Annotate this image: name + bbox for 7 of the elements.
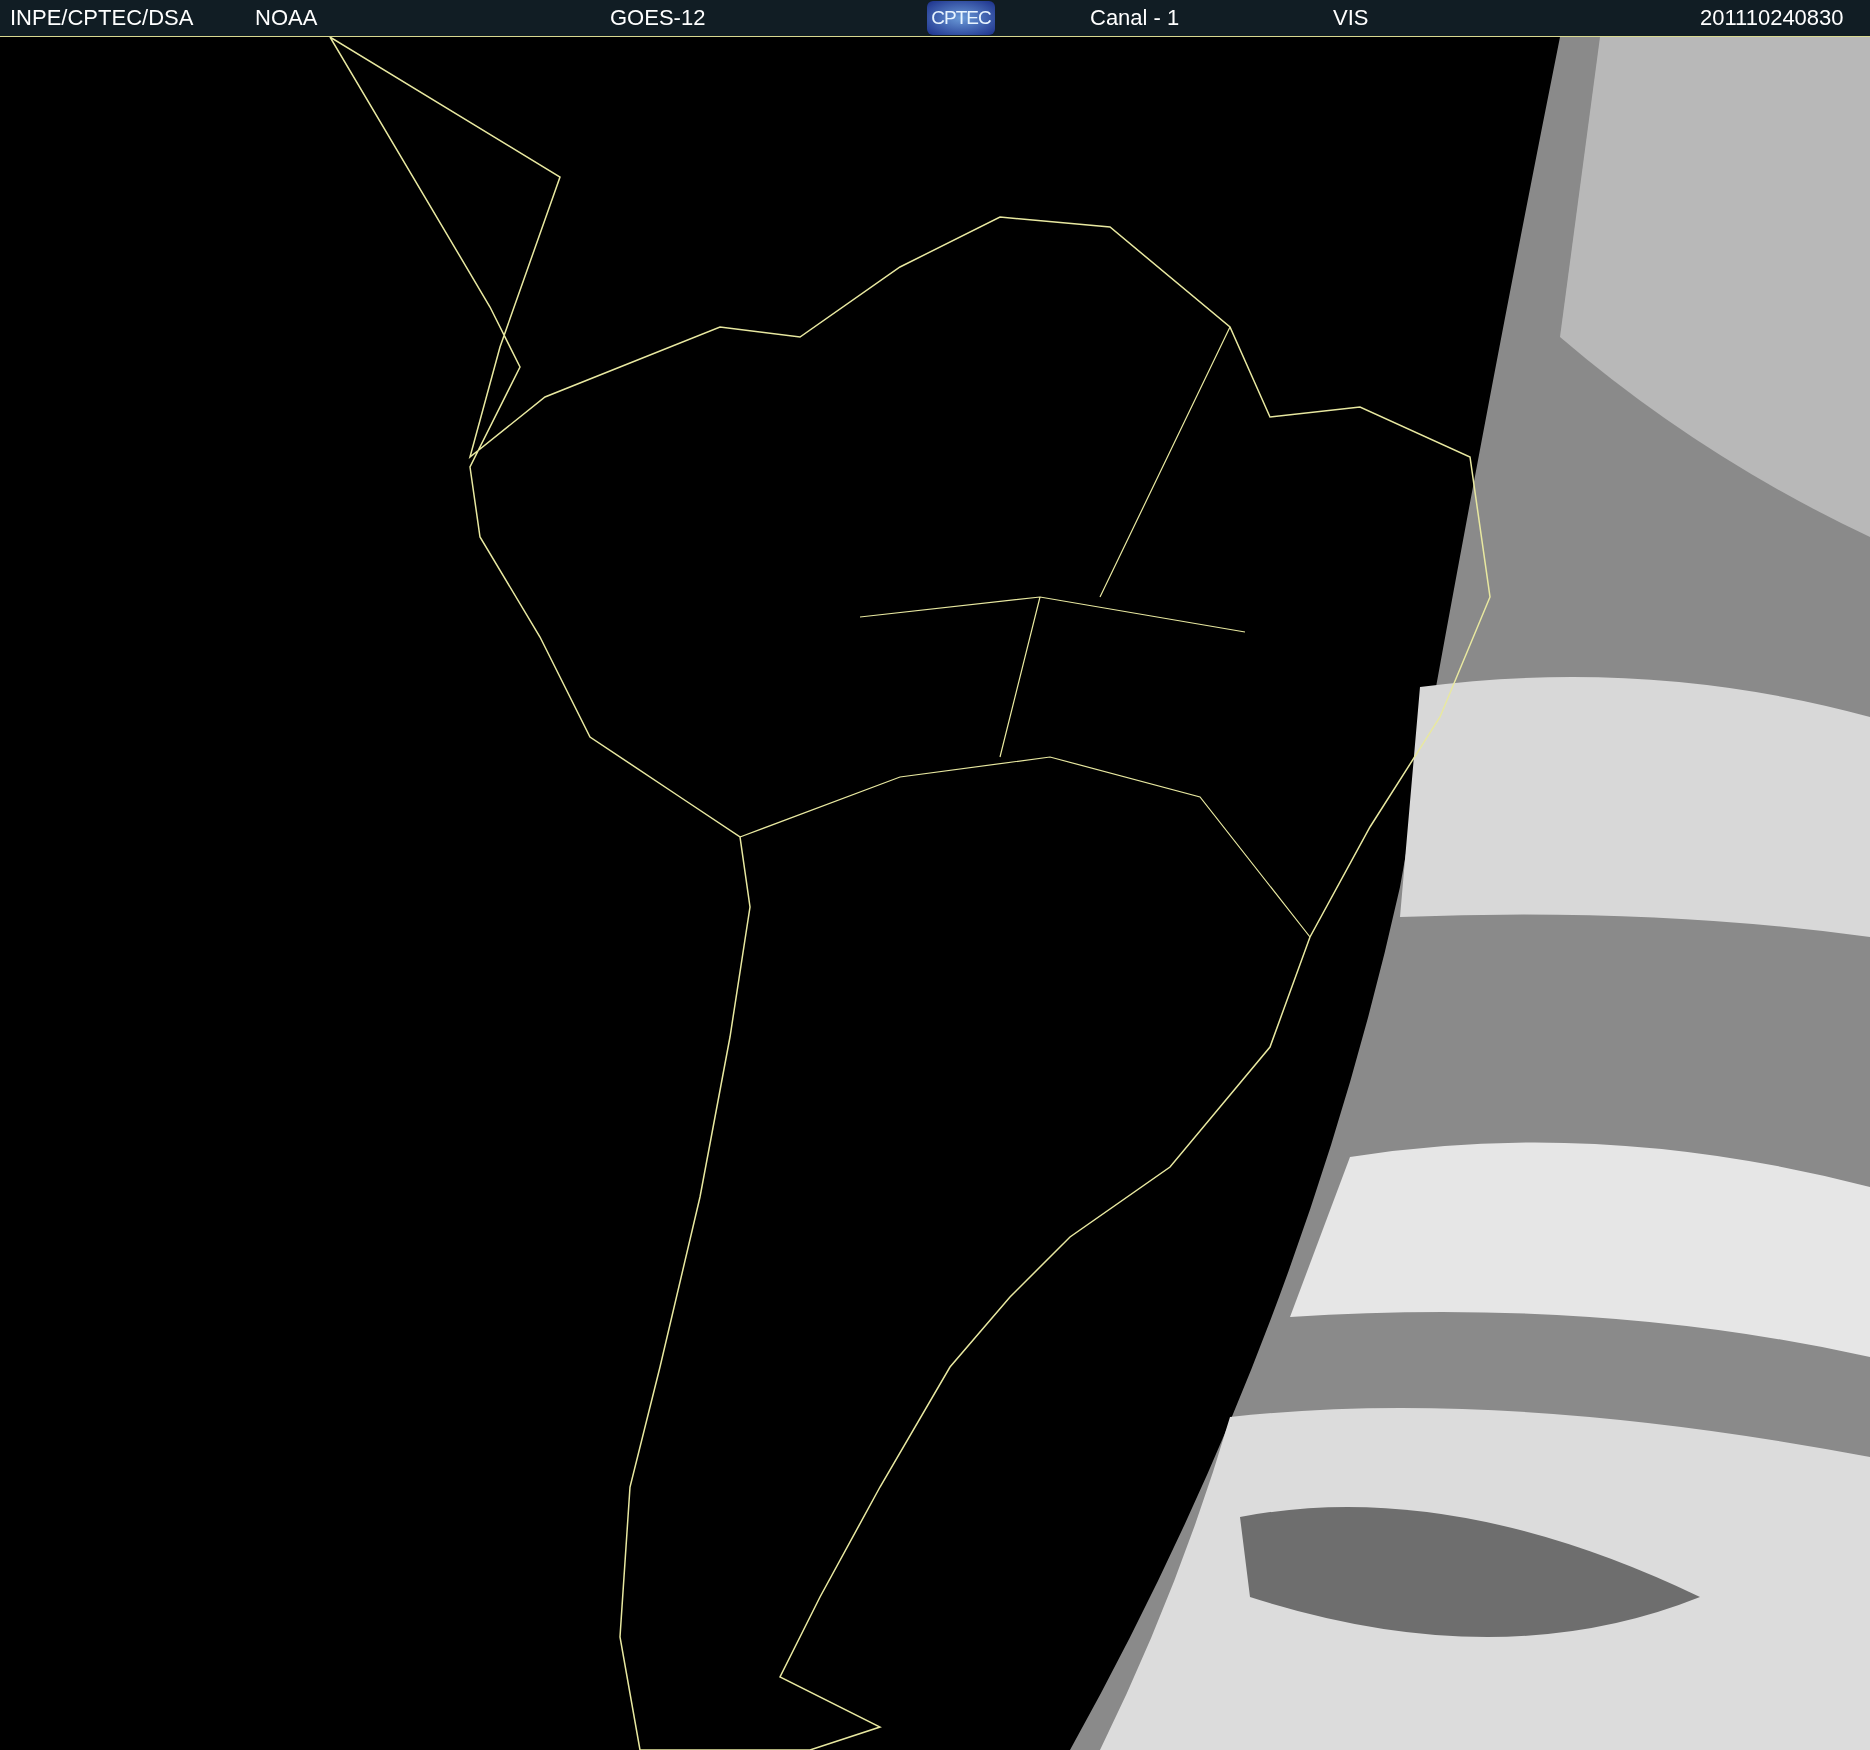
timestamp: 201110240830 bbox=[1700, 5, 1845, 31]
agency-label: NOAA bbox=[255, 5, 319, 31]
source-label: INPE/CPTEC/DSA bbox=[10, 5, 195, 31]
channel-label: Canal - 1 bbox=[1090, 5, 1181, 31]
satellite-label: GOES-12 bbox=[610, 5, 707, 31]
logo: CPTEC bbox=[927, 1, 995, 35]
band-label: VIS bbox=[1333, 5, 1370, 31]
